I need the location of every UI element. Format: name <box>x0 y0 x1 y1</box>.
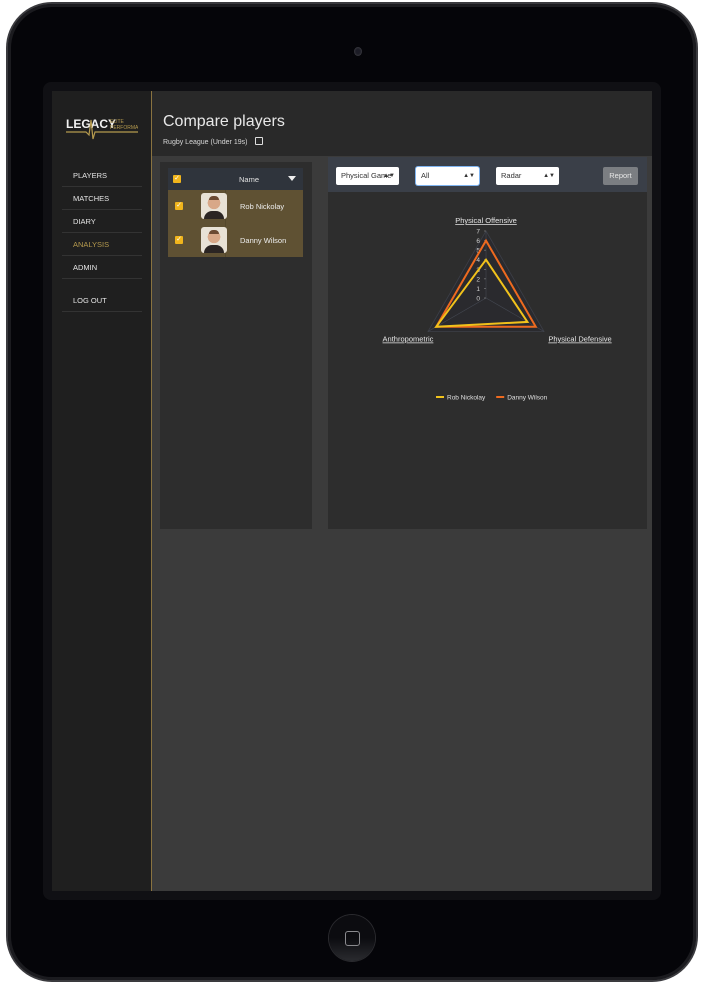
select-all-checkbox[interactable]: ✓ <box>173 175 181 183</box>
chart-panel: Physical Game ▲▼ All ▲▼ Radar ▲▼ Report 0 1 2… <box>328 157 647 529</box>
sidebar-nav: PLAYERS MATCHES DIARY ANALYSIS ADMIN LOG… <box>62 165 142 313</box>
table-row[interactable]: ✓ Rob Nickolay <box>168 190 303 223</box>
row-checkbox[interactable]: ✓ <box>175 202 183 210</box>
legend-label: Rob Nickolay <box>447 395 486 402</box>
radar-chart: 01234567Physical OffensivePhysical Defen… <box>383 216 612 402</box>
players-table-body: ✓ Rob Nickolay ✓ Danny Wilson <box>168 190 303 257</box>
filter-value: All <box>421 171 430 180</box>
chart-type-select[interactable]: Radar ▲▼ <box>496 167 559 185</box>
radar-axis-label: Physical Defensive <box>548 335 611 344</box>
chart-toolbar: Physical Game ▲▼ All ▲▼ Radar ▲▼ Report <box>328 157 647 192</box>
radar-tick-label: 2 <box>476 276 480 283</box>
players-table-header: ✓ Name <box>168 168 303 190</box>
filter-icon[interactable] <box>288 176 296 181</box>
avatar <box>201 193 227 219</box>
sidebar: LEGACY ELITE PERFORMANCE PLAYERS MATCHES… <box>52 91 152 891</box>
radar-axis-label: Anthropometric <box>383 335 434 344</box>
sidebar-item-matches[interactable]: MATCHES <box>62 188 142 210</box>
sidebar-item-analysis[interactable]: ANALYSIS <box>62 234 142 256</box>
camera-icon <box>354 47 362 56</box>
avatar <box>201 227 227 253</box>
page-title: Compare players <box>163 113 285 130</box>
radar-tick-label: 7 <box>476 229 480 236</box>
report-button[interactable]: Report <box>603 167 638 185</box>
page-header: Compare players Rugby League (Under 19s) <box>152 91 652 156</box>
radar-tick-label: 6 <box>476 238 480 245</box>
legacy-logo[interactable]: LEGACY ELITE PERFORMANCE <box>66 111 138 141</box>
select-arrows-icon: ▲▼ <box>463 173 475 179</box>
team-subtitle: Rugby League (Under 19s) <box>163 137 264 146</box>
row-checkbox[interactable]: ✓ <box>175 236 183 244</box>
legend-label: Danny Wilson <box>507 395 547 402</box>
radar-tick-label: 0 <box>476 296 480 303</box>
home-square-icon <box>345 931 360 946</box>
player-name: Rob Nickolay <box>240 202 285 211</box>
radar-tick-label: 1 <box>476 286 480 293</box>
filter-select[interactable]: All ▲▼ <box>416 167 479 185</box>
sidebar-item-logout[interactable]: LOG OUT <box>62 290 142 312</box>
players-panel: ✓ Name ✓ Rob Nickolay ✓ Danny Wilson <box>160 162 312 529</box>
home-button[interactable] <box>329 915 375 961</box>
radar-tick-label: 4 <box>476 257 480 264</box>
sidebar-item-admin[interactable]: ADMIN <box>62 257 142 279</box>
logo-performance: PERFORMANCE <box>110 125 138 131</box>
select-arrows-icon: ▲▼ <box>383 173 395 179</box>
table-row[interactable]: ✓ Danny Wilson <box>168 224 303 257</box>
sidebar-item-diary[interactable]: DIARY <box>62 211 142 233</box>
edit-icon[interactable] <box>255 137 264 145</box>
radar-axis-label: Physical Offensive <box>455 216 517 225</box>
chart-type-value: Radar <box>501 171 522 180</box>
sidebar-item-players[interactable]: PLAYERS <box>62 165 142 187</box>
app-screen: LEGACY ELITE PERFORMANCE PLAYERS MATCHES… <box>52 91 652 891</box>
select-arrows-icon: ▲▼ <box>543 173 555 179</box>
category-select[interactable]: Physical Game ▲▼ <box>336 167 399 185</box>
team-name: Rugby League (Under 19s) <box>163 139 248 146</box>
player-name: Danny Wilson <box>240 236 287 245</box>
column-header-name[interactable]: Name <box>239 175 259 184</box>
